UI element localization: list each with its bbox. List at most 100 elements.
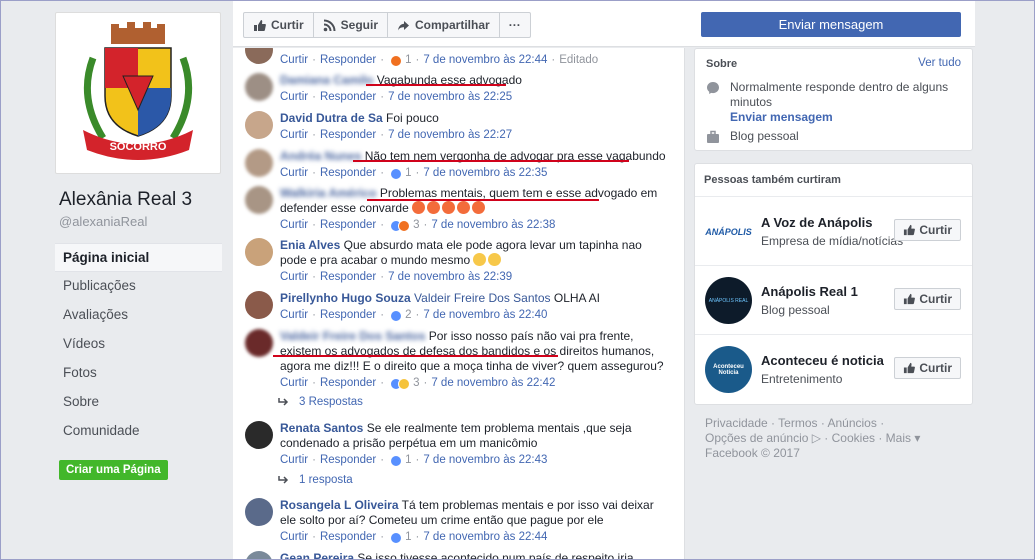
- liked-page-category: Blog pessoal: [761, 303, 830, 317]
- see-all-link[interactable]: Ver tudo: [918, 57, 961, 69]
- comment-author[interactable]: Renata Santos: [280, 421, 363, 435]
- timestamp[interactable]: 7 de novembro às 22:27: [388, 128, 512, 143]
- about-send-message-link[interactable]: Enviar mensagem: [730, 110, 956, 125]
- avatar[interactable]: [245, 551, 273, 560]
- reply-link[interactable]: Responder: [320, 90, 376, 105]
- like-comment-link[interactable]: Curtir: [280, 128, 308, 143]
- create-page-button[interactable]: Criar uma Página: [59, 460, 168, 480]
- like-page-button[interactable]: Curtir: [894, 288, 961, 310]
- profile-picture[interactable]: SOCORRO: [55, 12, 221, 174]
- page-logo[interactable]: ANÁPOLIS: [705, 208, 752, 255]
- avatar[interactable]: [245, 498, 273, 526]
- avatar[interactable]: [245, 238, 273, 266]
- comment-author[interactable]: Walkiria Américo: [280, 186, 376, 200]
- nav-item-posts[interactable]: Publicações: [55, 272, 225, 301]
- comment-author[interactable]: Valdeir Freire Dos Santos: [280, 329, 425, 343]
- timestamp[interactable]: 7 de novembro às 22:44: [423, 53, 547, 68]
- angry-reaction-icon: [390, 54, 403, 67]
- reply-link[interactable]: Responder: [320, 376, 376, 391]
- comment-author[interactable]: Rosangela L Oliveira: [280, 498, 399, 512]
- reply-link[interactable]: Responder: [320, 166, 376, 181]
- like-page-button[interactable]: Curtir: [894, 357, 961, 379]
- reaction-count[interactable]: 3: [390, 218, 419, 233]
- avatar[interactable]: [245, 291, 273, 319]
- reaction-count[interactable]: 3: [390, 376, 419, 391]
- city-crest-logo: SOCORRO: [83, 22, 193, 160]
- follow-button[interactable]: Seguir: [314, 13, 389, 37]
- nav-item-home[interactable]: Página inicial: [55, 243, 222, 272]
- timestamp[interactable]: 7 de novembro às 22:44: [423, 530, 547, 545]
- reaction-count[interactable]: 1: [390, 530, 411, 545]
- avatar[interactable]: [245, 48, 273, 64]
- like-comment-link[interactable]: Curtir: [280, 166, 308, 181]
- avatar[interactable]: [245, 329, 273, 357]
- red-underline-annotation: [273, 355, 558, 357]
- footer-links-1[interactable]: Privacidade · Termos · Anúncios ·: [705, 416, 975, 431]
- nav-item-photos[interactable]: Fotos: [55, 359, 225, 388]
- share-button[interactable]: Compartilhar: [388, 13, 500, 37]
- nav-item-about[interactable]: Sobre: [55, 388, 225, 417]
- mention-link[interactable]: Valdeir Freire Dos Santos: [414, 291, 551, 305]
- reply-link[interactable]: Responder: [320, 308, 376, 323]
- like-page-button[interactable]: Curtir: [244, 13, 314, 37]
- nav-item-community[interactable]: Comunidade: [55, 417, 225, 446]
- view-replies-link[interactable]: 3 Respostas: [278, 396, 363, 408]
- like-reaction-icon: [390, 309, 403, 322]
- nav-item-reviews[interactable]: Avaliações: [55, 301, 225, 330]
- comment-author[interactable]: Pirellynho Hugo Souza: [280, 291, 411, 305]
- reply-link[interactable]: Responder: [320, 53, 376, 68]
- like-comment-link[interactable]: Curtir: [280, 453, 308, 468]
- liked-page-name[interactable]: A Voz de Anápolis: [761, 215, 872, 230]
- comment-author[interactable]: Gean Pereira: [280, 551, 354, 560]
- angry-emoji-row: [412, 201, 487, 215]
- liked-page-name[interactable]: Aconteceu é noticia: [761, 353, 884, 368]
- reply-link[interactable]: Responder: [320, 270, 376, 285]
- like-comment-link[interactable]: Curtir: [280, 530, 308, 545]
- like-page-button[interactable]: Curtir: [894, 219, 961, 241]
- like-comment-link[interactable]: Curtir: [280, 53, 308, 68]
- like-comment-link[interactable]: Curtir: [280, 90, 308, 105]
- like-comment-link[interactable]: Curtir: [280, 270, 308, 285]
- page-logo[interactable]: ANÁPOLIS REAL: [705, 277, 752, 324]
- timestamp[interactable]: 7 de novembro às 22:43: [423, 453, 547, 468]
- reaction-count[interactable]: 2: [390, 308, 411, 323]
- page-logo[interactable]: Aconteceu Notícia: [705, 346, 752, 393]
- reply-link[interactable]: Responder: [320, 128, 376, 143]
- timestamp[interactable]: 7 de novembro às 22:39: [388, 270, 512, 285]
- comment-author[interactable]: Andréa Nunes: [280, 149, 361, 163]
- comment-author[interactable]: Damiana Camilo: [280, 73, 373, 87]
- avatar[interactable]: [245, 73, 273, 101]
- timestamp[interactable]: 7 de novembro às 22:38: [431, 218, 555, 233]
- nav-item-videos[interactable]: Vídeos: [55, 330, 225, 359]
- timestamp[interactable]: 7 de novembro às 22:40: [423, 308, 547, 323]
- avatar[interactable]: [245, 149, 273, 177]
- avatar[interactable]: [245, 111, 273, 139]
- more-options-button[interactable]: ···: [500, 13, 530, 37]
- send-message-button[interactable]: Enviar mensagem: [701, 12, 961, 37]
- like-comment-link[interactable]: Curtir: [280, 308, 308, 323]
- reply-link[interactable]: Responder: [320, 530, 376, 545]
- category-text[interactable]: Blog pessoal: [730, 129, 799, 144]
- timestamp[interactable]: 7 de novembro às 22:42: [431, 376, 555, 391]
- liked-page-row: ANÁPOLIS REAL Anápolis Real 1 Blog pesso…: [695, 265, 972, 334]
- reaction-count[interactable]: 1: [390, 53, 411, 68]
- avatar[interactable]: [245, 186, 273, 214]
- avatar[interactable]: [245, 421, 273, 449]
- liked-page-name[interactable]: Anápolis Real 1: [761, 284, 858, 299]
- timestamp[interactable]: 7 de novembro às 22:25: [388, 90, 512, 105]
- thumbs-up-icon: [904, 224, 916, 236]
- view-replies-link[interactable]: 1 resposta: [278, 474, 353, 486]
- page-handle[interactable]: @alexaniaReal: [59, 214, 225, 229]
- reply-link[interactable]: Responder: [320, 453, 376, 468]
- reaction-count[interactable]: 1: [390, 453, 411, 468]
- comment-meta: Curtir · Responder · 7 de novembro às 22:2…: [280, 128, 513, 143]
- like-comment-link[interactable]: Curtir: [280, 218, 308, 233]
- reaction-count[interactable]: 1: [390, 166, 411, 181]
- comment-author[interactable]: Enia Alves: [280, 238, 340, 252]
- reply-link[interactable]: Responder: [320, 218, 376, 233]
- page-title[interactable]: Alexânia Real 3: [59, 189, 225, 211]
- timestamp[interactable]: 7 de novembro às 22:35: [423, 166, 547, 181]
- like-comment-link[interactable]: Curtir: [280, 376, 308, 391]
- footer-links-2[interactable]: Opções de anúncio ▷ · Cookies · Mais ▾: [705, 431, 975, 446]
- comment-author[interactable]: David Dutra de Sa: [280, 111, 383, 125]
